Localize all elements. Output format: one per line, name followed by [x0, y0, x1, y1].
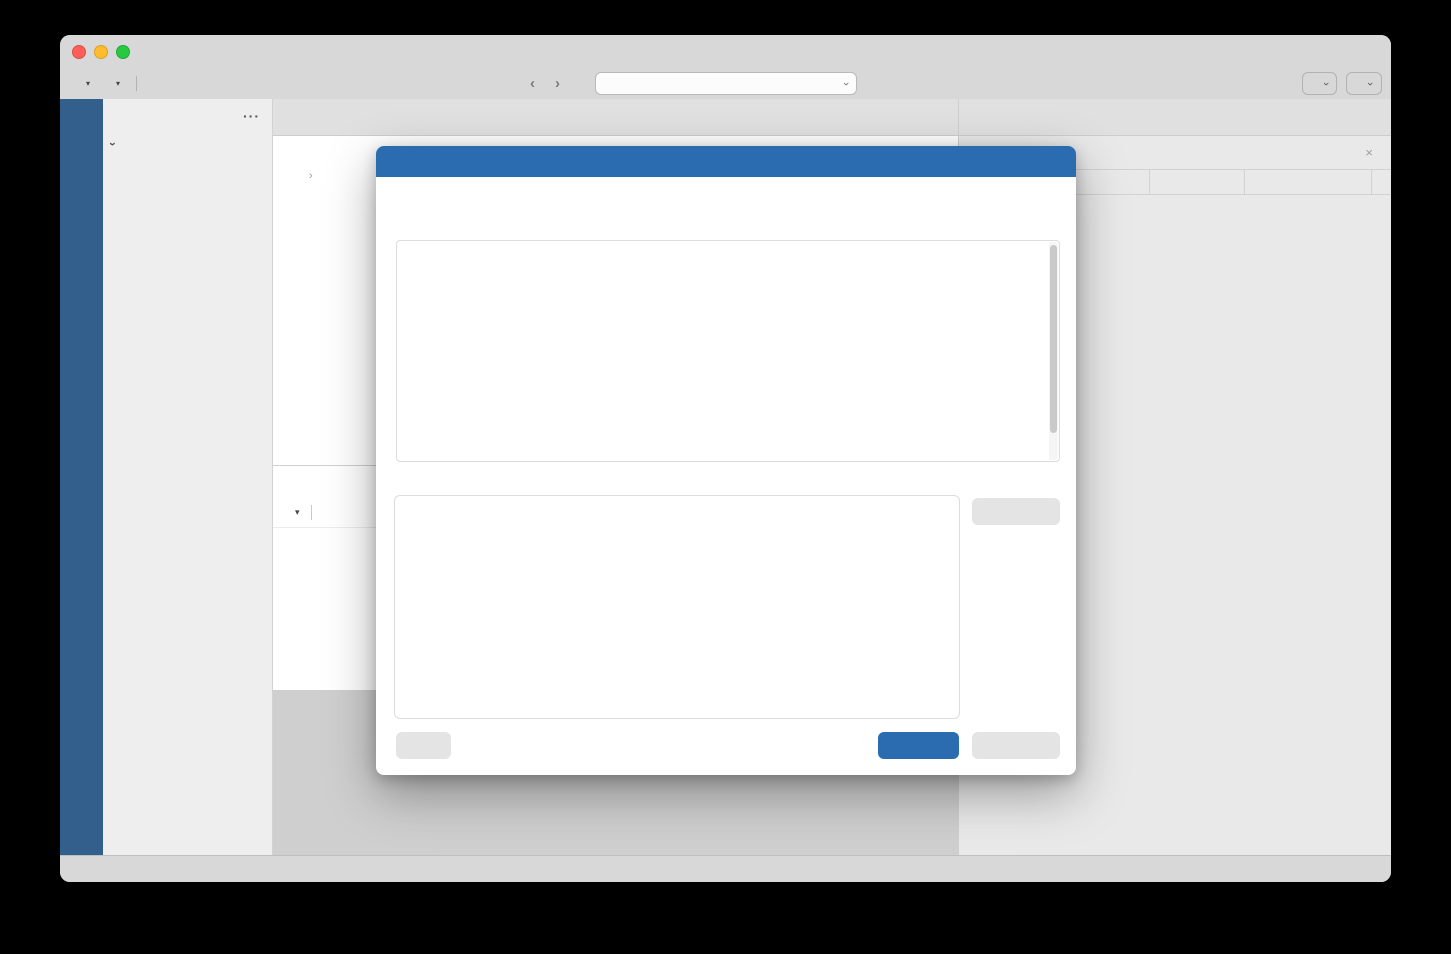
delete-connection-button[interactable]: × [1365, 145, 1379, 160]
sidebar-header: ··· [103, 99, 272, 133]
search-input[interactable]: › [595, 72, 857, 95]
history-nav: ‹ › [530, 75, 560, 92]
chevron-down-icon: › [1364, 82, 1376, 86]
panel-tab-bar [959, 99, 1391, 136]
open-button[interactable]: ▾ [100, 76, 126, 91]
interpreter-selector[interactable]: › [1302, 72, 1338, 95]
header-actions [1371, 170, 1391, 194]
chevron-right-icon: › [309, 170, 313, 182]
back-button[interactable] [396, 732, 451, 759]
workspace-root-item[interactable]: › [103, 133, 272, 155]
cancel-button[interactable] [972, 732, 1060, 759]
close-icon: × [1365, 145, 1373, 160]
connect-button[interactable] [878, 732, 959, 759]
minimize-window-button[interactable] [94, 45, 108, 59]
dialog-header [376, 146, 1076, 177]
form-radio-row [397, 241, 1059, 256]
app-window: ▾ ▾ ‹ › › › [60, 35, 1391, 882]
chevron-down-icon: ▾ [86, 79, 90, 88]
toolbar-divider [311, 505, 312, 520]
chevron-down-icon: ▾ [295, 507, 300, 518]
connection-form [396, 240, 1060, 462]
window-titlebar [60, 35, 1391, 68]
form-scrollbar[interactable] [1049, 242, 1058, 460]
header-status [1244, 170, 1371, 194]
save-all-button[interactable] [163, 81, 175, 87]
chevron-down-icon[interactable]: › [840, 82, 852, 86]
main-toolbar: ▾ ▾ ‹ › › › [60, 68, 1391, 100]
chevron-down-icon: › [1319, 82, 1331, 86]
kebab-menu-icon[interactable]: ··· [243, 108, 260, 124]
scrollbar-thumb[interactable] [1050, 245, 1057, 433]
connection-code-block [394, 495, 960, 719]
forward-nav-button[interactable]: › [555, 75, 560, 92]
editor-tab-bar [273, 99, 958, 136]
activity-bar [60, 99, 103, 855]
explorer-sidebar: ··· › [103, 99, 273, 855]
close-window-button[interactable] [72, 45, 86, 59]
chevron-down-icon: ▾ [116, 79, 120, 88]
toolbar-left: ▾ ▾ [60, 76, 175, 91]
traffic-lights [72, 35, 130, 68]
toolbar-right: › › [1302, 72, 1382, 95]
create-connection-dialog [376, 146, 1076, 775]
new-button[interactable]: ▾ [70, 76, 96, 91]
back-nav-button[interactable]: ‹ [530, 75, 535, 92]
maximize-window-button[interactable] [116, 45, 130, 59]
toolbar-divider [136, 76, 137, 91]
header-language [1149, 170, 1244, 194]
chevron-down-icon: › [106, 142, 120, 146]
copy-button[interactable] [972, 498, 1060, 525]
save-button[interactable] [147, 81, 159, 87]
status-bar [60, 855, 1391, 882]
breadcrumb[interactable]: › [297, 170, 313, 182]
workspace-selector[interactable]: › [1346, 72, 1382, 95]
